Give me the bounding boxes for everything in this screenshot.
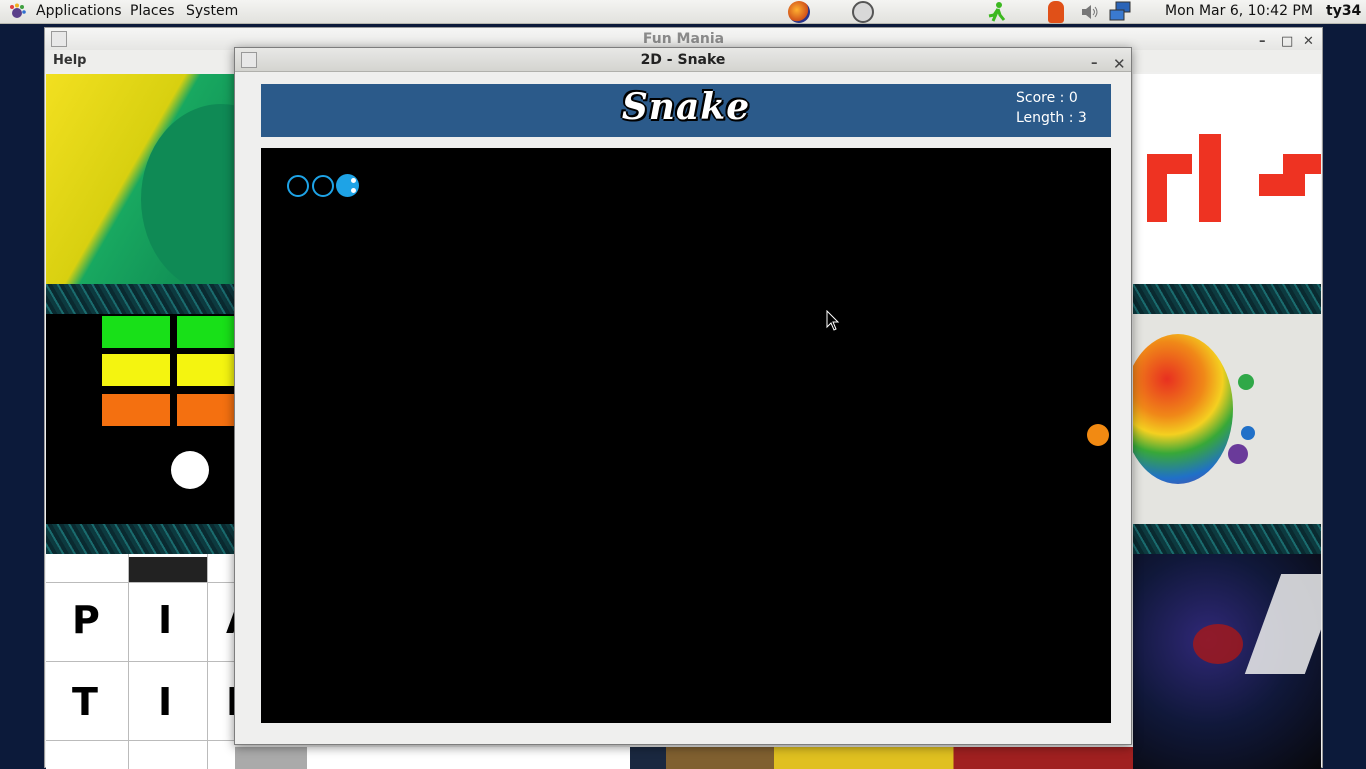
system-menu[interactable]: System bbox=[186, 3, 238, 19]
minimize-icon[interactable]: – bbox=[1091, 52, 1098, 76]
top-panel: Applications Places System Mon Mar 6, 10… bbox=[0, 0, 1366, 24]
running-man-icon[interactable] bbox=[986, 1, 1008, 23]
game-tile-1-art bbox=[141, 104, 235, 284]
word-puzzle-tile[interactable]: P I A T I I bbox=[46, 554, 235, 769]
snake-window: 2D - Snake – ✕ Snake Score : 0 Length : … bbox=[234, 47, 1132, 745]
breakout-game-tile[interactable] bbox=[46, 314, 235, 524]
applications-menu[interactable]: Applications bbox=[36, 3, 122, 19]
puzzle-letter: T bbox=[72, 680, 98, 724]
snake-eye bbox=[351, 178, 356, 183]
length-label: Length : 3 bbox=[1016, 110, 1087, 126]
gnome-foot-icon[interactable] bbox=[8, 3, 26, 21]
food-pellet bbox=[1087, 424, 1109, 446]
volume-icon[interactable] bbox=[1080, 2, 1100, 22]
power-icon[interactable] bbox=[852, 1, 874, 23]
java-app-icon bbox=[51, 31, 67, 47]
snake-head bbox=[336, 174, 359, 197]
firefox-icon[interactable] bbox=[788, 1, 810, 23]
snake-body-segment bbox=[312, 175, 334, 197]
texture-strip bbox=[46, 524, 235, 554]
java-app-icon bbox=[241, 52, 257, 68]
puzzle-letter: P bbox=[72, 598, 100, 642]
window-title: Fun Mania bbox=[642, 31, 725, 47]
snake-titlebar[interactable]: 2D - Snake – ✕ bbox=[235, 48, 1131, 73]
game-tile-1[interactable] bbox=[46, 74, 235, 284]
colorful-brain-tile[interactable] bbox=[1133, 314, 1321, 524]
window-title: 2D - Snake bbox=[640, 52, 726, 68]
game-header: Snake Score : 0 Length : 3 bbox=[261, 84, 1111, 137]
alert-icon[interactable] bbox=[1048, 1, 1064, 23]
tetris-game-tile[interactable] bbox=[1133, 74, 1321, 284]
score-label: Score : 0 bbox=[1016, 90, 1078, 106]
game-logo: Snake bbox=[621, 86, 751, 128]
clock[interactable]: Mon Mar 6, 10:42 PM bbox=[1165, 3, 1313, 19]
mouse-cursor-icon bbox=[826, 310, 840, 331]
user-name[interactable]: ty34 bbox=[1326, 3, 1361, 19]
places-menu[interactable]: Places bbox=[130, 3, 175, 19]
texture-strip bbox=[1133, 524, 1321, 554]
texture-strip bbox=[1133, 284, 1321, 314]
texture-strip bbox=[46, 284, 235, 314]
close-icon[interactable]: ✕ bbox=[1113, 52, 1126, 76]
paint-splash-tile[interactable] bbox=[1133, 554, 1321, 769]
game-board[interactable] bbox=[261, 148, 1111, 723]
help-menu[interactable]: Help bbox=[53, 53, 86, 68]
snake-eye bbox=[351, 188, 356, 193]
network-icon[interactable] bbox=[1108, 1, 1132, 23]
puzzle-letter: I bbox=[158, 680, 173, 724]
bottom-tile-strip bbox=[235, 747, 1133, 769]
snake-body-segment bbox=[287, 175, 309, 197]
puzzle-letter: I bbox=[158, 598, 173, 642]
